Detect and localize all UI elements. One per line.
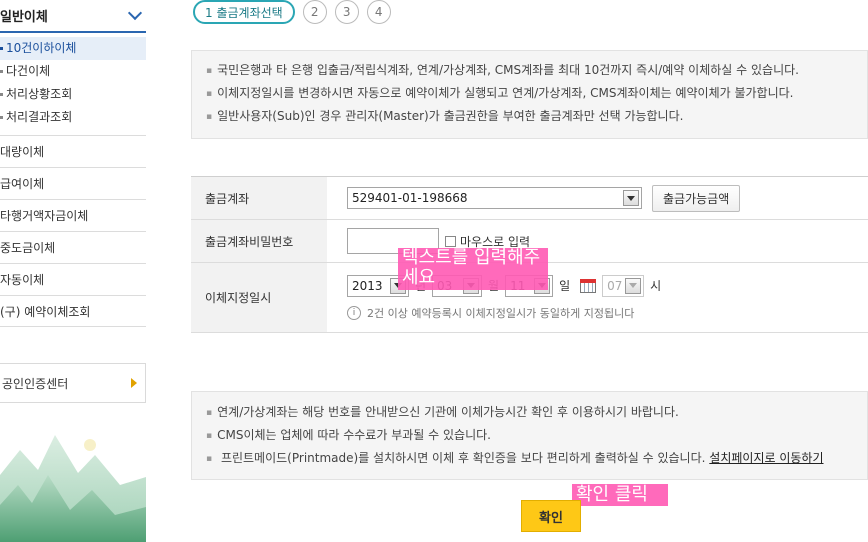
account-label: 출금계좌 [191,177,327,219]
info-line: 국민은행과 타 은행 입출금/적립식계좌, 연계/가상계좌, CMS계좌를 최대… [206,59,867,82]
dropdown-arrow-icon[interactable] [625,277,642,294]
sidebar-item-label: 10건이하이체 [6,41,77,55]
dropdown-arrow-icon[interactable] [623,190,639,206]
date-note-text: 2건 이상 예약등록시 이체지정일시가 동일하게 지정됩니다 [367,306,635,320]
hint-overlay-confirm: 확인 클릭 [572,484,668,506]
info-box-bottom: 연계/가상계좌는 해당 번호를 안내받으신 기관에 이체가능시간 확인 후 이용… [191,391,868,480]
confirm-button[interactable]: 확인 [521,500,581,532]
step-1: 1 출금계좌선택 [193,0,295,24]
sidebar-title: 일반이체 [0,10,48,25]
date-note: i 2건 이상 예약등록시 이체지정일시가 동일하게 지정됩니다 [347,305,634,321]
balance-button[interactable]: 출금가능금액 [652,184,741,212]
sidebar-item-auto[interactable]: 자동이체 [0,263,146,295]
sidebar-item-label: 다건이체 [6,64,51,78]
step-3: 3 [334,0,359,24]
password-label: 출금계좌비밀번호 [191,220,327,262]
sidebar: 일반이체 10건이하이체 다건이체 처리상황조회 처리결과조회 대량이체 급여이… [0,0,146,542]
hour-value: 07 [607,278,623,293]
year-value: 2013 [352,278,383,293]
bullet-icon [0,47,3,50]
hour-select[interactable]: 07 [602,274,645,297]
date-label: 이체지정일시 [191,263,327,332]
account-select[interactable]: 529401-01-198668 [347,187,642,209]
install-page-link[interactable]: 설치페이지로 이동하기 [709,451,823,465]
sidebar-item-multi-transfer[interactable]: 다건이체 [0,60,146,83]
sidebar-item-bulk[interactable]: 대량이체 [0,135,146,167]
arrow-right-icon [131,378,137,388]
chevron-down-icon[interactable] [127,5,143,21]
cert-center-label: 공인인증센터 [2,376,69,391]
info-box-top: 국민은행과 타 은행 입출금/적립식계좌, 연계/가상계좌, CMS계좌를 최대… [191,50,868,139]
bullet-icon [0,93,3,96]
sidebar-item-label: 처리상황조회 [6,87,73,101]
sidebar-sub-list: 10건이하이체 다건이체 처리상황조회 처리결과조회 [0,33,146,135]
info-line: 연계/가상계좌는 해당 번호를 안내받으신 기관에 이체가능시간 확인 후 이용… [206,401,867,424]
hour-unit: 시 [650,279,662,293]
sidebar-header[interactable]: 일반이체 [0,0,146,33]
info-line: 이체지정일시를 변경하시면 자동으로 예약이체가 실행되고 연계/가상계좌, C… [206,82,867,105]
bullet-icon [0,70,3,73]
sidebar-item-old-reserved[interactable]: (구) 예약이체조회 [0,295,146,327]
hint-overlay-text-input: 텍스트를 입력해주세요 [398,248,548,290]
bullet-icon [0,116,3,119]
info-line: CMS이체는 업체에 따라 수수료가 부과될 수 있습니다. [206,424,867,447]
landscape-illustration [0,435,146,542]
day-unit: 일 [559,279,571,293]
step-indicator: 1 출금계좌선택 2 3 4 [193,0,391,24]
step-2: 2 [302,0,327,24]
printmade-text: 프린트메이드(Printmade)를 설치하시면 이체 후 확인증을 보다 편리… [220,451,706,465]
sidebar-item-result[interactable]: 처리결과조회 [0,106,146,129]
form-row-account: 출금계좌 529401-01-198668 출금가능금액 [191,177,868,220]
info-line: 일반사용자(Sub)인 경우 관리자(Master)가 출금권한을 부여한 출금… [206,105,867,128]
info-icon: i [347,305,361,320]
step-4: 4 [366,0,391,24]
calendar-icon[interactable] [580,278,597,293]
mouse-input-checkbox[interactable] [445,235,456,247]
info-line: 프린트메이드(Printmade)를 설치하시면 이체 후 확인증을 보다 편리… [206,447,867,470]
cert-center-link[interactable]: 공인인증센터 [0,363,146,403]
sidebar-item-interim[interactable]: 중도금이체 [0,231,146,263]
sidebar-item-10-transfer[interactable]: 10건이하이체 [0,37,146,60]
account-value: 529401-01-198668 [352,191,468,205]
sidebar-item-label: 처리결과조회 [6,110,73,124]
sidebar-item-status[interactable]: 처리상황조회 [0,83,146,106]
sidebar-item-salary[interactable]: 급여이체 [0,167,146,199]
sidebar-item-large-interbank[interactable]: 타행거액자금이체 [0,199,146,231]
